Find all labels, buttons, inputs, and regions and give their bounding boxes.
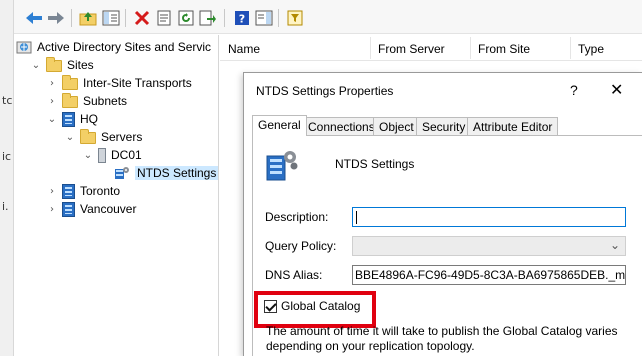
tree-item-servers[interactable]: ⌄ Servers bbox=[64, 128, 142, 146]
ntds-settings-icon bbox=[114, 166, 130, 180]
background-window-edge: tc ic i. bbox=[0, 0, 14, 356]
tab-general[interactable]: General bbox=[252, 115, 307, 136]
show-action-pane-icon[interactable] bbox=[254, 8, 274, 28]
column-header-from-site[interactable]: From Site bbox=[478, 42, 530, 56]
list-header: Name From Server From Site Type bbox=[220, 35, 642, 61]
folder-icon bbox=[80, 129, 96, 144]
console-tree: Active Directory Sites and Servic ⌄ Site… bbox=[14, 35, 219, 356]
dns-alias-label: DNS Alias: bbox=[265, 268, 323, 282]
chevron-right-icon[interactable]: › bbox=[46, 185, 58, 197]
background-text: i. bbox=[2, 200, 9, 213]
folder-icon bbox=[62, 75, 78, 90]
toolbar: ? bbox=[14, 0, 642, 34]
tab-security[interactable]: Security bbox=[416, 117, 472, 135]
description-label: Description: bbox=[265, 210, 329, 224]
chevron-right-icon[interactable]: › bbox=[46, 77, 58, 89]
global-catalog-checkbox[interactable]: Global Catalog bbox=[264, 297, 360, 315]
chevron-right-icon[interactable]: › bbox=[46, 203, 58, 215]
folder-icon bbox=[62, 93, 78, 108]
ntds-settings-icon bbox=[265, 148, 299, 182]
tab-strip: General Connections Object Security Attr… bbox=[252, 115, 642, 136]
chevron-right-icon[interactable]: › bbox=[46, 95, 58, 107]
refresh-icon[interactable] bbox=[176, 8, 196, 28]
help-button[interactable]: ? bbox=[570, 82, 578, 98]
forward-arrow-icon[interactable] bbox=[46, 8, 66, 28]
tab-object[interactable]: Object bbox=[373, 117, 420, 135]
checkbox-checked-icon[interactable] bbox=[264, 299, 277, 313]
tree-item-dc01[interactable]: ⌄ DC01 bbox=[82, 146, 142, 164]
show-hide-tree-icon[interactable] bbox=[101, 8, 121, 28]
global-catalog-label: Global Catalog bbox=[281, 299, 361, 313]
dns-alias-field[interactable]: BBE4896A-FC96-49D5-8C3A-BA6975865DEB._ms… bbox=[352, 265, 626, 285]
chevron-down-icon[interactable]: ⌄ bbox=[46, 113, 58, 125]
tab-attribute-editor[interactable]: Attribute Editor bbox=[467, 117, 559, 135]
tab-connections[interactable]: Connections bbox=[302, 117, 381, 135]
tree-item-subnets[interactable]: › Subnets bbox=[46, 92, 127, 110]
text-caret bbox=[356, 211, 357, 224]
tree-item-hq[interactable]: ⌄ HQ bbox=[46, 110, 98, 128]
export-list-icon[interactable] bbox=[198, 8, 218, 28]
chevron-down-icon[interactable]: ⌄ bbox=[82, 149, 94, 161]
query-policy-select[interactable]: ⌄ bbox=[352, 236, 626, 256]
tree-item-toronto[interactable]: › Toronto bbox=[46, 182, 120, 200]
back-arrow-icon[interactable] bbox=[24, 8, 44, 28]
site-building-icon bbox=[62, 201, 75, 217]
description-field[interactable] bbox=[352, 207, 626, 227]
properties-icon[interactable] bbox=[154, 8, 174, 28]
object-name: NTDS Settings bbox=[335, 157, 415, 171]
dialog-title: NTDS Settings Properties bbox=[256, 84, 394, 98]
background-text: tc bbox=[2, 94, 13, 107]
sites-services-icon bbox=[16, 40, 32, 54]
close-button[interactable]: ✕ bbox=[610, 80, 623, 99]
query-policy-label: Query Policy: bbox=[265, 239, 337, 253]
column-header-name[interactable]: Name bbox=[228, 42, 260, 56]
delete-icon[interactable] bbox=[132, 8, 152, 28]
server-icon bbox=[98, 147, 106, 163]
column-header-from-server[interactable]: From Server bbox=[378, 42, 445, 56]
svg-text:?: ? bbox=[239, 13, 245, 26]
global-catalog-description-line-2: depending on your replication topology. bbox=[266, 339, 475, 353]
chevron-down-icon[interactable]: ⌄ bbox=[30, 59, 42, 71]
filter-icon[interactable] bbox=[285, 8, 305, 28]
tree-item-sites[interactable]: ⌄ Sites bbox=[30, 56, 94, 74]
chevron-down-icon[interactable]: ⌄ bbox=[64, 131, 76, 143]
folder-icon bbox=[46, 57, 62, 72]
tree-item-root[interactable]: Active Directory Sites and Servic bbox=[16, 38, 211, 56]
column-header-type[interactable]: Type bbox=[578, 42, 604, 56]
global-catalog-description-line-1: The amount of time it will take to publi… bbox=[266, 324, 618, 338]
site-building-icon bbox=[62, 111, 75, 127]
tree-item-ntds-settings[interactable]: NTDS Settings bbox=[114, 164, 218, 182]
tree-item-inter-site-transports[interactable]: › Inter-Site Transports bbox=[46, 74, 192, 92]
background-text: ic bbox=[2, 150, 12, 163]
up-folder-icon[interactable] bbox=[78, 8, 98, 28]
help-icon[interactable]: ? bbox=[232, 8, 252, 28]
chevron-down-icon: ⌄ bbox=[609, 238, 620, 252]
tree-item-vancouver[interactable]: › Vancouver bbox=[46, 200, 136, 218]
site-building-icon bbox=[62, 183, 75, 199]
